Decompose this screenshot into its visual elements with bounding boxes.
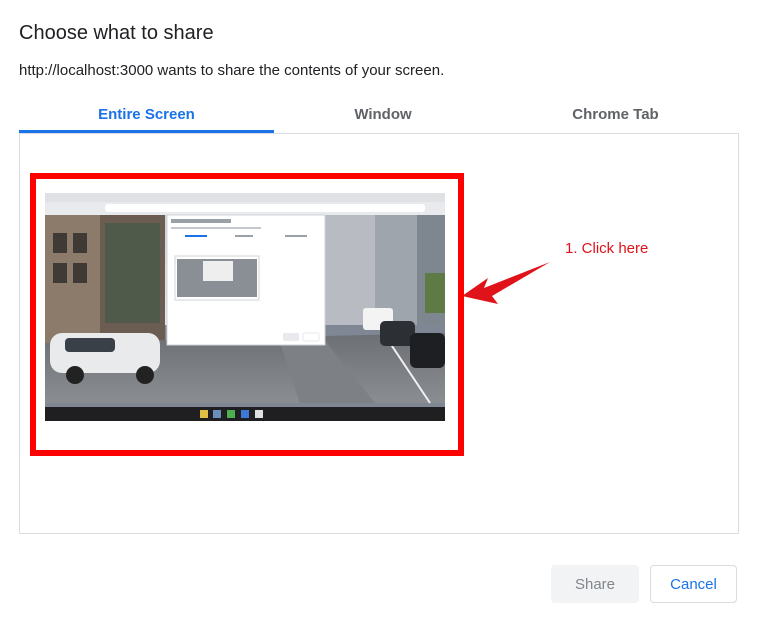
tab-bar: Entire Screen Window Chrome Tab (19, 96, 739, 134)
tab-entire-screen[interactable]: Entire Screen (19, 96, 274, 133)
tab-chrome-tab[interactable]: Chrome Tab (492, 96, 739, 132)
annotation-highlight-box (30, 173, 464, 456)
annotation-label: 1. Click here (565, 240, 649, 257)
annotation-arrow-icon (462, 262, 550, 304)
share-dialog: Choose what to share http://localhost:30… (0, 0, 757, 622)
cancel-button[interactable]: Cancel (650, 565, 737, 603)
dialog-title: Choose what to share (19, 22, 214, 44)
dialog-subtitle: http://localhost:3000 wants to share the… (19, 62, 445, 79)
share-button[interactable]: Share (551, 565, 639, 603)
tab-window[interactable]: Window (274, 96, 492, 132)
